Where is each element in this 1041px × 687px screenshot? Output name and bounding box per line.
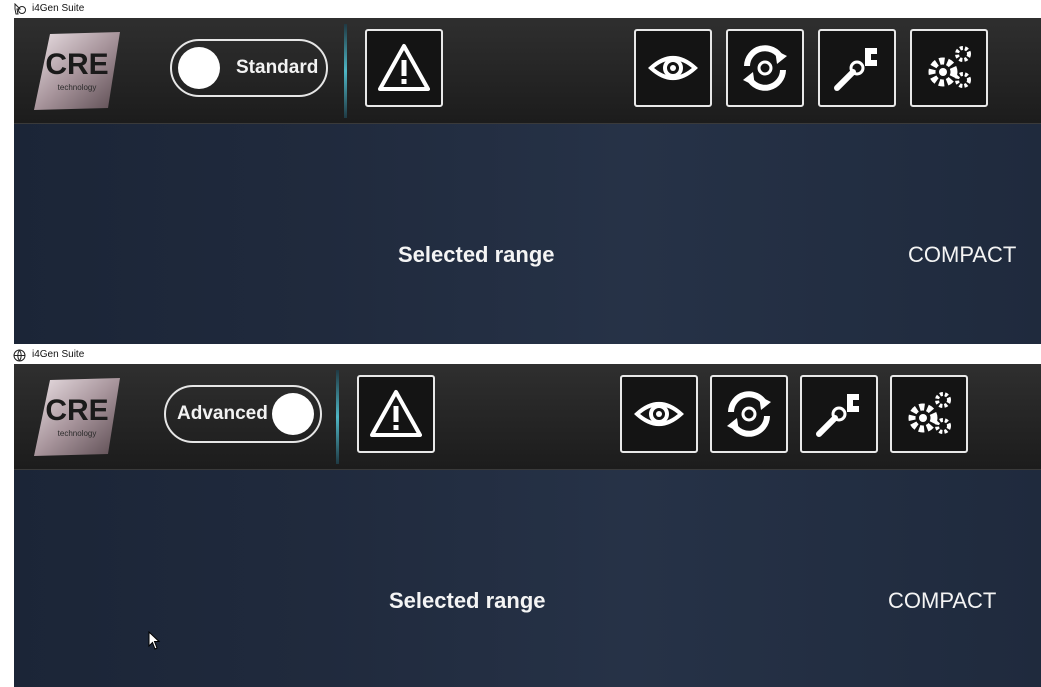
app-window-standard: i4Gen Suite CRE technology Standard Sele… xyxy=(0,0,1041,344)
toolbar-divider xyxy=(336,370,339,464)
tools-icon xyxy=(816,394,859,437)
mouse-cursor-icon xyxy=(148,631,161,650)
app-window-advanced: i4Gen Suite CRE technology Advanced Sele… xyxy=(0,346,1041,687)
cre-technology-logo: CRE technology xyxy=(34,378,120,456)
sync-icon xyxy=(743,45,787,91)
title-bar: i4Gen Suite xyxy=(0,346,1041,364)
app-content: CRE technology Advanced Selected range C… xyxy=(14,364,1041,687)
selected-range-label: Selected range xyxy=(398,242,555,267)
toggle-knob xyxy=(272,393,314,435)
sync-icon xyxy=(727,391,771,437)
selected-range-value: COMPACT xyxy=(908,242,1017,267)
monitor-button[interactable] xyxy=(620,375,698,453)
sync-button[interactable] xyxy=(726,29,804,107)
tools-icon xyxy=(834,48,877,91)
toolbar-divider xyxy=(344,24,347,118)
window-title: i4Gen Suite xyxy=(32,349,85,360)
sync-button[interactable] xyxy=(710,375,788,453)
main-panel: Selected range COMPACT xyxy=(14,124,1041,344)
eye-icon xyxy=(634,402,684,426)
tools-button[interactable] xyxy=(800,375,878,453)
warning-icon xyxy=(378,44,430,91)
app-icon xyxy=(14,3,26,15)
main-panel: Selected range COMPACT xyxy=(14,470,1041,687)
svg-text:CRE: CRE xyxy=(45,48,108,81)
mode-label: Advanced xyxy=(177,403,268,424)
mode-toggle[interactable]: Advanced xyxy=(164,385,322,443)
window-title: i4Gen Suite xyxy=(32,3,85,14)
settings-button[interactable] xyxy=(890,375,968,453)
mode-label: Standard xyxy=(236,57,319,78)
svg-text:technology: technology xyxy=(58,83,97,92)
settings-gears-icon xyxy=(908,392,951,434)
title-bar: i4Gen Suite xyxy=(0,0,1041,18)
mode-toggle[interactable]: Standard xyxy=(170,39,328,97)
settings-gears-icon xyxy=(928,46,971,88)
eye-icon xyxy=(648,56,698,80)
warning-icon xyxy=(370,390,422,437)
toolbar: CRE technology Standard xyxy=(14,18,1041,124)
settings-button[interactable] xyxy=(910,29,988,107)
alarms-button[interactable] xyxy=(365,29,443,107)
app-content: CRE technology Standard Selected range C… xyxy=(14,18,1041,344)
toggle-knob xyxy=(178,47,220,89)
selected-range-label: Selected range xyxy=(389,588,546,613)
svg-text:technology: technology xyxy=(58,429,97,438)
svg-text:CRE: CRE xyxy=(45,394,108,427)
cre-technology-logo: CRE technology xyxy=(34,32,120,110)
toolbar: CRE technology Advanced xyxy=(14,364,1041,470)
tools-button[interactable] xyxy=(818,29,896,107)
alarms-button[interactable] xyxy=(357,375,435,453)
app-icon xyxy=(13,349,26,362)
monitor-button[interactable] xyxy=(634,29,712,107)
selected-range-value: COMPACT xyxy=(888,588,997,613)
